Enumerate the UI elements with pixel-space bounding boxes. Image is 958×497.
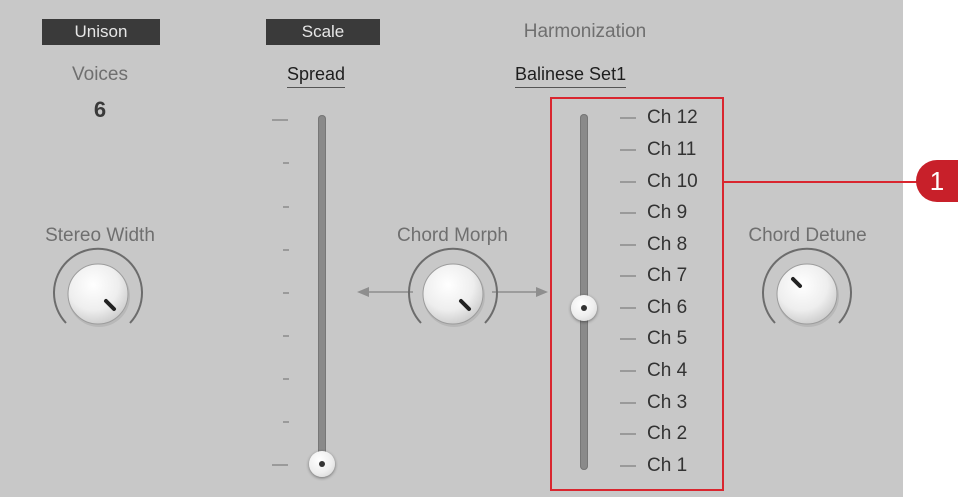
spread-tick bbox=[283, 292, 289, 294]
spread-tick bbox=[283, 162, 289, 164]
harmonization-heading: Harmonization bbox=[523, 21, 647, 42]
voices-label: Voices bbox=[72, 64, 128, 85]
spread-tick bbox=[283, 335, 289, 337]
callout-highlight-box bbox=[550, 97, 724, 491]
spread-dropdown[interactable]: Spread bbox=[287, 64, 346, 88]
spread-tick bbox=[283, 249, 289, 251]
unison-button[interactable]: Unison bbox=[42, 19, 160, 45]
spread-tick bbox=[272, 464, 288, 466]
spread-slider-track[interactable] bbox=[318, 115, 326, 472]
stereo-width-knob[interactable] bbox=[43, 240, 153, 350]
voices-value[interactable]: 6 bbox=[70, 97, 130, 123]
callout-number-badge: 1 bbox=[916, 160, 958, 202]
chord-detune-knob[interactable] bbox=[752, 240, 862, 350]
spread-slider-thumb[interactable] bbox=[309, 451, 335, 477]
spread-tick bbox=[283, 421, 289, 423]
scale-button[interactable]: Scale bbox=[266, 19, 380, 45]
chord-morph-knob[interactable] bbox=[398, 240, 508, 350]
harmonization-panel: Unison Scale Harmonization Voices 6 Spre… bbox=[0, 0, 903, 497]
callout-connector-line bbox=[724, 181, 919, 183]
spread-tick bbox=[283, 378, 289, 380]
scale-set-dropdown[interactable]: Balinese Set1 bbox=[515, 64, 627, 88]
spread-tick bbox=[272, 119, 288, 121]
spread-tick bbox=[283, 206, 289, 208]
